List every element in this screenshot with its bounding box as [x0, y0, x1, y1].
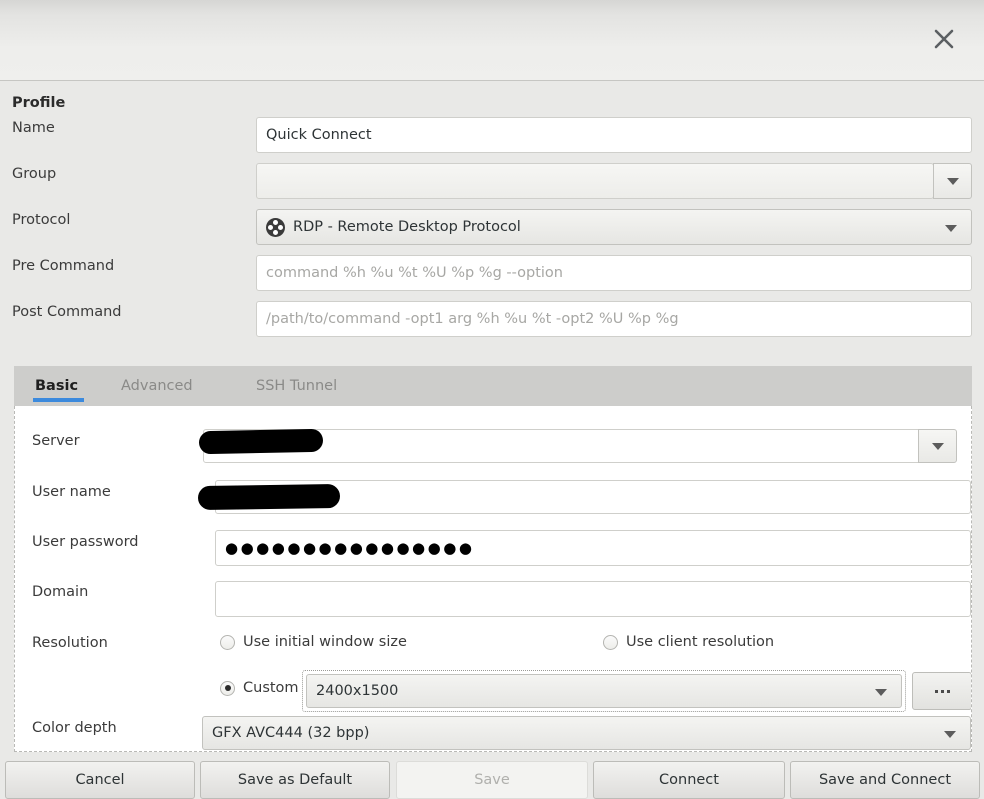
chevron-down-icon	[945, 225, 957, 232]
name-input[interactable]: Quick Connect	[256, 117, 972, 153]
page-title: Profile	[12, 95, 66, 111]
label-post-command: Post Command	[12, 304, 122, 320]
server-dropdown-button[interactable]	[918, 429, 957, 463]
save-button: Save	[396, 761, 588, 799]
ellipsis-icon	[934, 689, 938, 693]
pre-command-input[interactable]: command %h %u %t %U %p %g --option	[256, 255, 972, 291]
profile-section: Profile Name Quick Connect Group Protoco…	[0, 82, 984, 352]
user-name-redaction-mark	[197, 484, 341, 510]
color-depth-value: GFX AVC444 (32 bpp)	[212, 725, 370, 741]
rdp-protocol-icon	[266, 217, 285, 237]
label-server: Server	[32, 433, 80, 449]
active-tab-indicator	[33, 398, 84, 402]
radio-custom-resolution[interactable]: Custom	[220, 680, 299, 696]
domain-input[interactable]	[215, 581, 971, 617]
group-combo-entry[interactable]	[256, 163, 934, 199]
radio-use-client-resolution[interactable]: Use client resolution	[603, 634, 774, 650]
save-as-default-button[interactable]: Save as Default	[200, 761, 390, 799]
protocol-combo[interactable]: RDP - Remote Desktop Protocol	[256, 209, 972, 245]
ellipsis-icon	[940, 689, 944, 693]
connect-button[interactable]: Connect	[593, 761, 785, 799]
save-and-connect-button[interactable]: Save and Connect	[790, 761, 980, 799]
group-dropdown-button[interactable]	[933, 163, 972, 199]
close-icon[interactable]	[922, 17, 966, 61]
radio-circle-icon	[603, 634, 618, 650]
post-command-input[interactable]: /path/to/command -opt1 arg %h %u %t -opt…	[256, 301, 972, 337]
cancel-button[interactable]: Cancel	[5, 761, 195, 799]
radio-use-initial-window-size[interactable]: Use initial window size	[220, 634, 407, 650]
chevron-down-icon	[944, 731, 956, 738]
label-domain: Domain	[32, 584, 89, 600]
chevron-down-icon	[946, 177, 959, 185]
tab-advanced[interactable]: Advanced	[119, 366, 195, 406]
tab-ssh-tunnel[interactable]: SSH Tunnel	[254, 366, 339, 406]
settings-tabbar: Basic Advanced SSH Tunnel	[14, 366, 972, 406]
dialog-button-bar: Cancel Save as Default Save Connect Save…	[0, 758, 984, 799]
label-pre-command: Pre Command	[12, 258, 115, 274]
label-group: Group	[12, 166, 57, 182]
label-resolution: Resolution	[32, 635, 108, 651]
radio-circle-selected-icon	[220, 680, 235, 696]
protocol-value: RDP - Remote Desktop Protocol	[293, 219, 521, 235]
radio-circle-icon	[220, 634, 235, 650]
custom-resolution-combo[interactable]: 2400x1500	[306, 674, 902, 708]
resolution-more-button[interactable]	[912, 672, 971, 710]
basic-settings-panel: Server User name User password ●●●●●●●●●…	[14, 406, 972, 752]
custom-resolution-value: 2400x1500	[316, 683, 399, 699]
label-protocol: Protocol	[12, 212, 71, 228]
label-user-name: User name	[32, 484, 111, 500]
label-user-password: User password	[32, 534, 139, 550]
password-dots: ●●●●●●●●●●●●●●●●	[225, 539, 475, 557]
color-depth-combo[interactable]: GFX AVC444 (32 bpp)	[202, 716, 971, 750]
chevron-down-icon	[931, 442, 944, 450]
window-titlebar	[0, 0, 984, 81]
label-name: Name	[12, 120, 55, 136]
chevron-down-icon	[875, 689, 887, 696]
label-color-depth: Color depth	[32, 720, 117, 736]
ellipsis-icon	[946, 689, 950, 693]
server-redaction-mark	[198, 428, 324, 455]
close-glyph	[934, 29, 954, 49]
user-password-input[interactable]: ●●●●●●●●●●●●●●●●	[215, 530, 971, 566]
